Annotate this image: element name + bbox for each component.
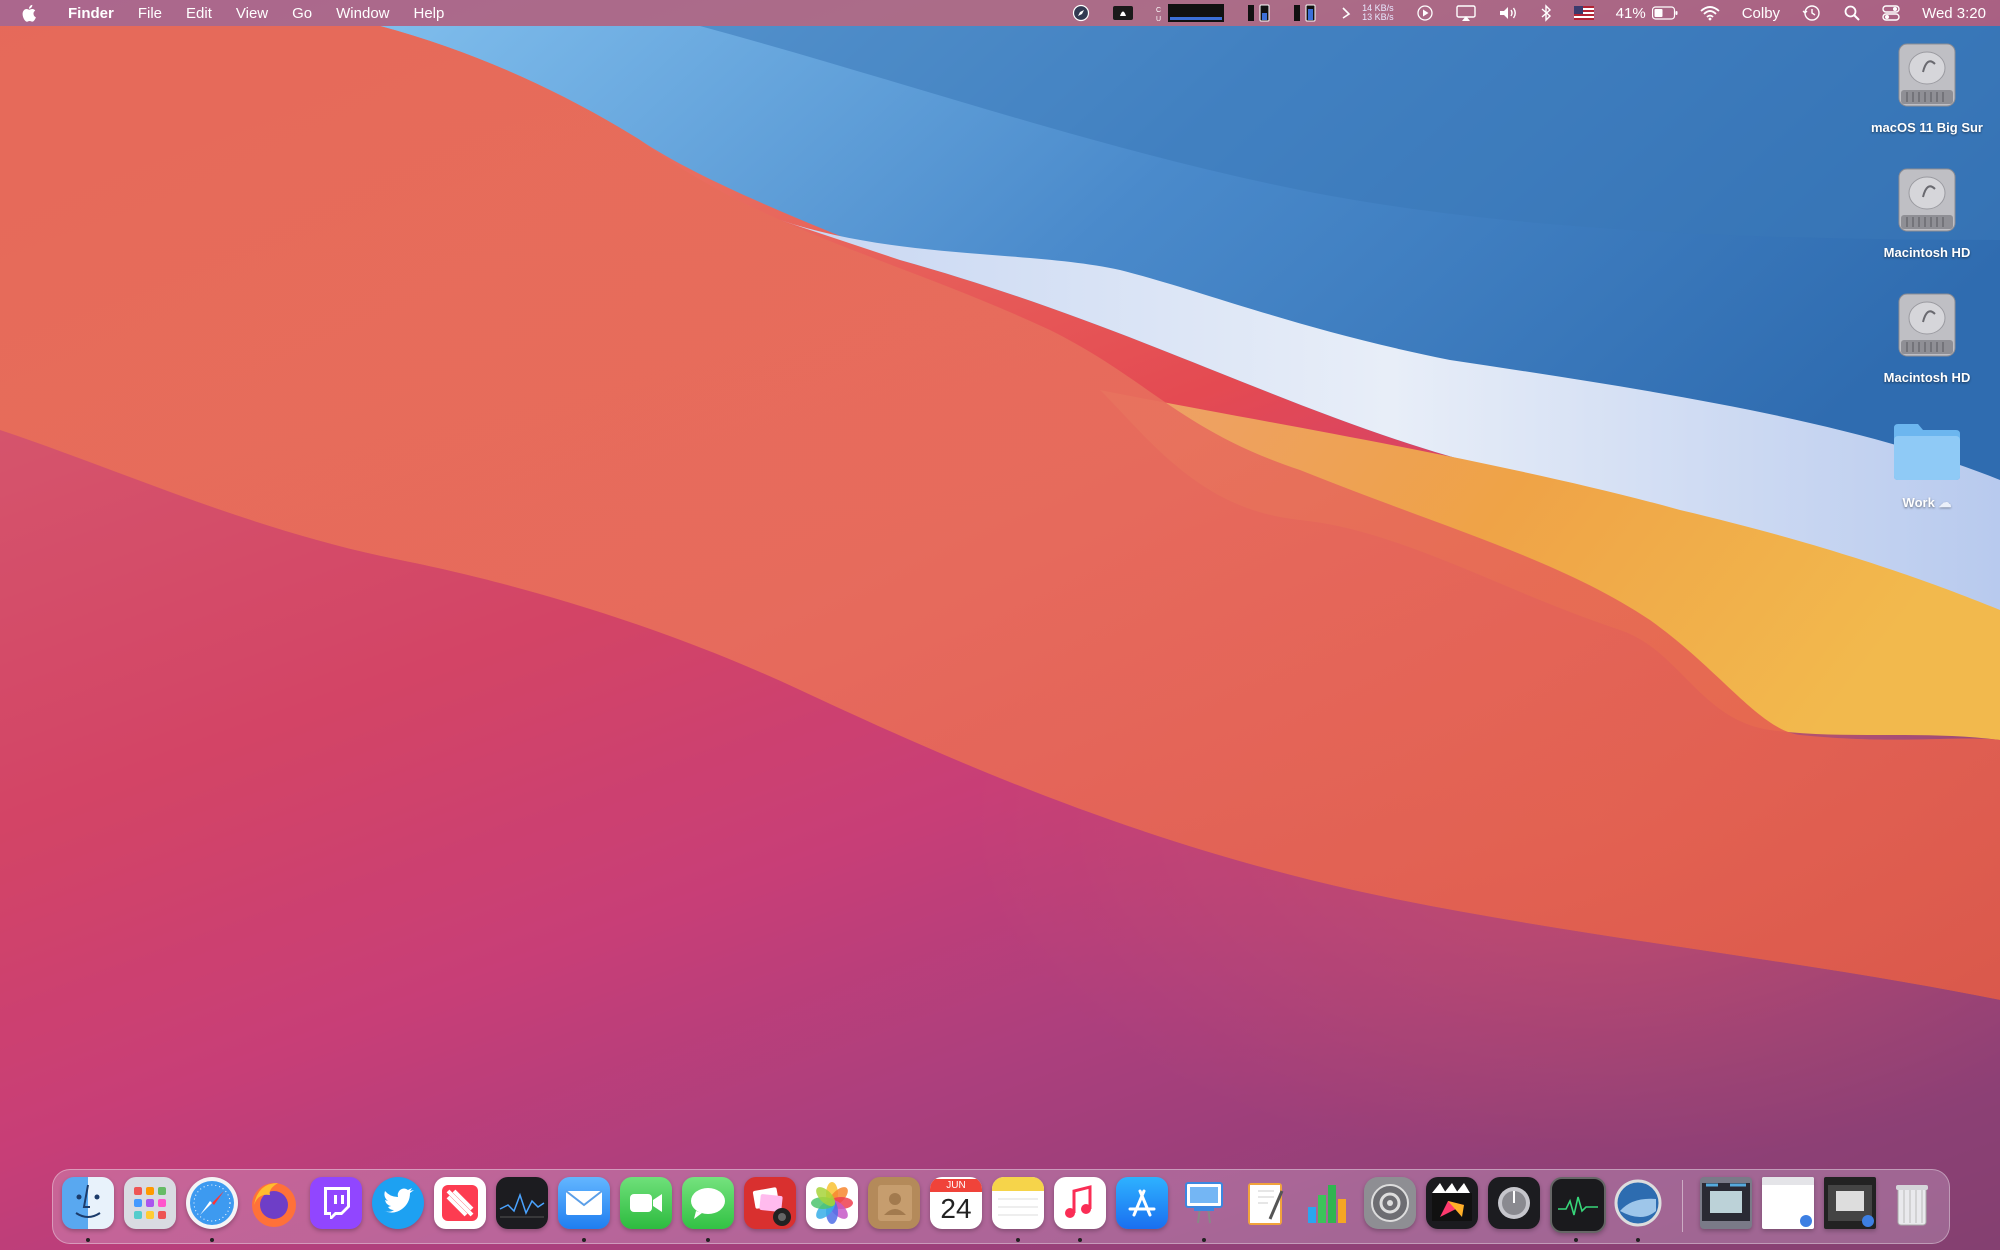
compass-status-icon[interactable] [1072,0,1090,26]
dock-facetime-icon[interactable] [620,1177,672,1229]
wifi-icon[interactable] [1700,0,1720,26]
desktop-icon-macintosh-hd[interactable]: Macintosh HD [1862,161,1992,260]
desktop-icon-macintosh-hd-2[interactable]: Macintosh HD [1862,286,1992,385]
battery-icon [1651,6,1678,20]
desktop-icon-label: macOS 11 Big Sur [1871,120,1983,135]
dock-messages-icon[interactable] [682,1177,734,1229]
dock-app-store-icon[interactable] [1116,1177,1168,1229]
dock-contacts-icon[interactable] [868,1177,920,1229]
calendar-day: 24 [940,1193,972,1224]
running-indicator [1202,1238,1206,1242]
input-source-flag-icon[interactable] [1573,0,1594,26]
svg-text:C: C [1156,7,1161,14]
dock-trash-icon[interactable] [1886,1177,1938,1229]
desktop-icon-label-text: Work [1902,495,1935,510]
desktop-wallpaper [0,26,2000,1250]
menu-help[interactable]: Help [414,5,445,22]
menu-window[interactable]: Window [336,5,389,22]
dock-firefox-icon[interactable] [248,1177,300,1229]
running-indicator [706,1238,710,1242]
dock-calendar-icon[interactable]: JUN 24 [930,1177,982,1229]
running-indicator [1078,1238,1082,1242]
dock-twitter-icon[interactable] [372,1177,424,1229]
dock-activity-monitor-icon[interactable] [1550,1177,1606,1233]
dock-macos-installer-icon[interactable] [1612,1177,1664,1229]
menu-file[interactable]: File [138,5,162,22]
dock-numbers-icon[interactable] [1302,1177,1354,1229]
hard-drive-icon [1887,36,1967,116]
folder-icon [1887,411,1967,491]
app-menu-finder[interactable]: Finder [68,5,114,22]
dock-minimized-window-icon[interactable] [1762,1177,1814,1229]
hard-drive-icon [1887,286,1967,366]
desktop-icon-label: Macintosh HD [1883,245,1971,260]
airplay-icon[interactable] [1455,0,1476,26]
network-speed[interactable]: 14 KB/s 13 KB/s [1362,0,1394,26]
dock-news-icon[interactable] [434,1177,486,1229]
dock-notes-icon[interactable] [992,1177,1044,1229]
icloud-sync-icon: ☁ [1938,495,1952,510]
dock-minimized-window-icon[interactable] [1824,1177,1876,1229]
dock-separator [1682,1180,1683,1232]
dock-keynote-icon[interactable] [1178,1177,1230,1229]
hard-drive-icon [1887,161,1967,241]
cpu-graph-icon[interactable]: CU [1156,0,1226,26]
dock-logic-pro-icon[interactable] [1488,1177,1540,1229]
desktop-icon-work-folder[interactable]: Work ☁ [1862,411,1992,511]
now-playing-icon[interactable] [1416,0,1434,26]
dock-launchpad-icon[interactable] [124,1177,176,1229]
dock-stocks-icon[interactable] [496,1177,548,1229]
running-indicator [1574,1238,1578,1242]
sensor-icon[interactable] [1340,0,1352,26]
running-indicator [1016,1238,1020,1242]
dock-pages-icon[interactable] [1240,1177,1292,1229]
memory-gauge-icon[interactable] [1248,0,1272,26]
dock-mail-icon[interactable] [558,1177,610,1229]
desktop-icon-label: Work ☁ [1862,495,1992,511]
running-indicator [210,1238,214,1242]
disk-gauge-icon[interactable] [1294,0,1318,26]
menu-view[interactable]: View [236,5,268,22]
bluetooth-icon[interactable] [1540,0,1552,26]
dock-photo-booth-icon[interactable] [744,1177,796,1229]
dock-music-icon[interactable] [1054,1177,1106,1229]
desktop-icon-label: Macintosh HD [1883,370,1971,385]
time-machine-icon[interactable] [1802,0,1822,26]
dock-final-cut-pro-icon[interactable] [1426,1177,1478,1229]
running-indicator [582,1238,586,1242]
running-indicator [86,1238,90,1242]
dock-system-preferences-icon[interactable] [1364,1177,1416,1229]
calendar-month: JUN [930,1179,982,1192]
menu-clock[interactable]: Wed 3:20 [1922,0,1986,26]
dock-finder-icon[interactable] [62,1177,114,1229]
battery-status[interactable]: 41% [1616,0,1678,26]
running-indicator [1636,1238,1640,1242]
notification-bell-icon[interactable] [1112,0,1134,26]
dock-photos-icon[interactable] [806,1177,858,1229]
svg-text:U: U [1156,16,1161,23]
menu-edit[interactable]: Edit [186,5,212,22]
menu-go[interactable]: Go [292,5,312,22]
menu-bar: Finder File Edit View Go Window Help CU … [0,0,2000,26]
network-down: 13 KB/s [1362,12,1394,22]
dock-minimized-window-icon[interactable] [1700,1177,1752,1229]
dock-twitch-icon[interactable] [310,1177,362,1229]
spotlight-search-icon[interactable] [1844,0,1860,26]
battery-percent: 41% [1615,4,1646,22]
dock-safari-icon[interactable] [186,1177,238,1229]
control-center-icon[interactable] [1882,0,1900,26]
volume-icon[interactable] [1498,0,1518,26]
fast-user-switch[interactable]: Colby [1742,0,1780,26]
apple-menu-icon[interactable] [22,4,40,22]
desktop-icon-macos-big-sur[interactable]: macOS 11 Big Sur [1862,36,1992,135]
